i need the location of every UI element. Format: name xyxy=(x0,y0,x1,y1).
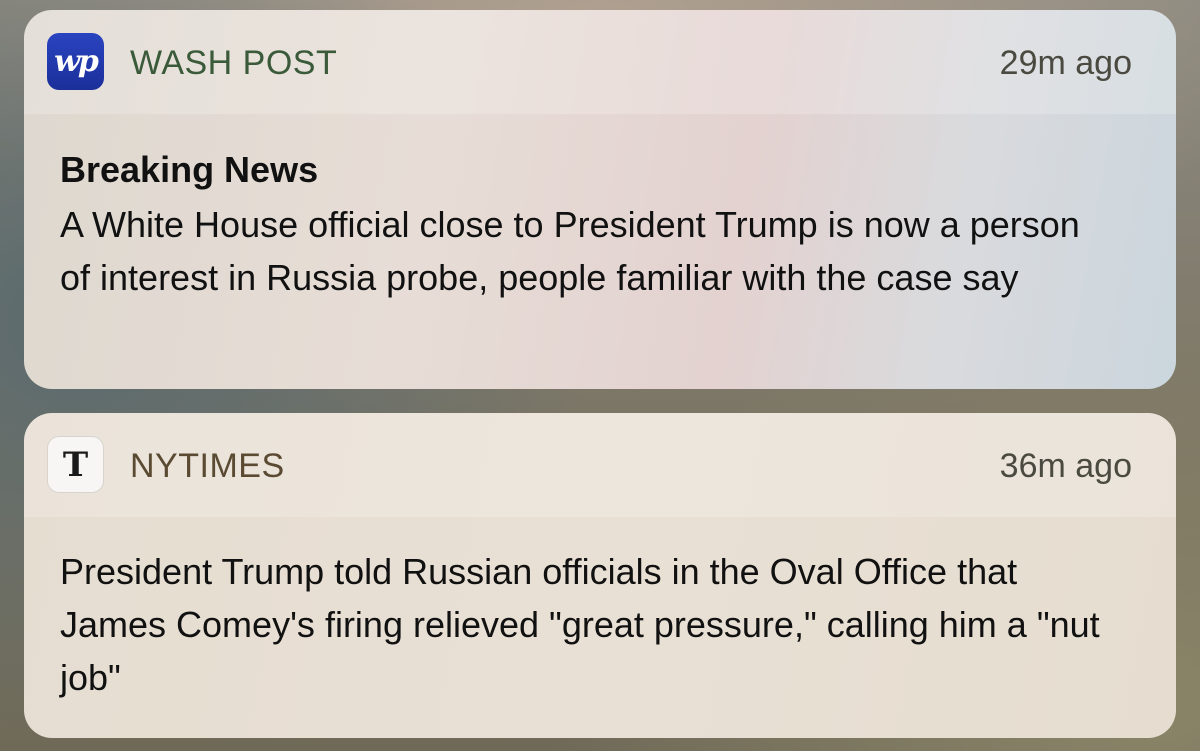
new-york-times-logo-icon: T xyxy=(47,436,104,493)
notification-body: President Trump told Russian officials i… xyxy=(24,517,1176,704)
timestamp: 29m ago xyxy=(999,44,1132,82)
notification-title: Breaking News xyxy=(60,149,319,190)
notification-washington-post[interactable]: wp WASH POST 29m ago Breaking News A Whi… xyxy=(24,10,1176,389)
notification-header: T NYTIMES 36m ago xyxy=(24,413,1176,517)
notification-text: A White House official close to Presiden… xyxy=(60,204,1080,298)
app-name: WASH POST xyxy=(130,44,338,82)
timestamp: 36m ago xyxy=(999,447,1132,485)
app-name: NYTIMES xyxy=(130,447,285,485)
washington-post-logo-icon: wp xyxy=(47,33,104,90)
app-icon-glyph: T xyxy=(62,444,89,485)
notification-header: wp WASH POST 29m ago xyxy=(24,10,1176,114)
app-icon-glyph: wp xyxy=(54,44,99,79)
notification-body: Breaking News A White House official clo… xyxy=(24,114,1176,304)
notification-text: President Trump told Russian officials i… xyxy=(60,551,1100,698)
notification-nytimes[interactable]: T NYTIMES 36m ago President Trump told R… xyxy=(24,413,1176,738)
